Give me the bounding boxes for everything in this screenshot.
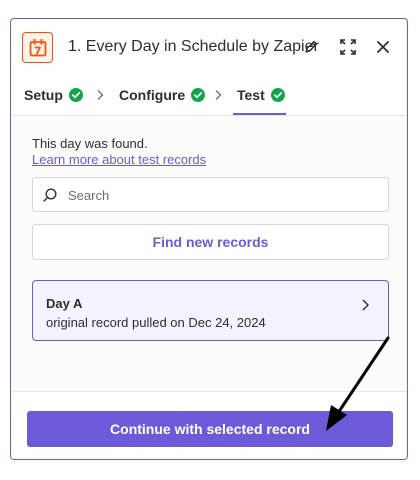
- calendar-schedule-icon: [22, 32, 53, 63]
- check-circle-icon: [191, 88, 206, 102]
- check-circle-icon: [68, 88, 83, 102]
- found-message: This day was found.: [32, 136, 148, 151]
- tab-test-label: Test: [237, 87, 265, 103]
- close-icon[interactable]: [374, 38, 392, 56]
- search-input[interactable]: [66, 178, 380, 213]
- tab-setup-label: Setup: [24, 87, 63, 103]
- tab-configure[interactable]: Configure: [119, 87, 206, 103]
- check-circle-icon: [270, 88, 285, 102]
- pencil-icon[interactable]: [303, 39, 319, 55]
- tab-setup[interactable]: Setup: [24, 87, 83, 103]
- tab-test[interactable]: Test: [237, 87, 285, 103]
- find-new-records-button[interactable]: Find new records: [32, 224, 389, 260]
- record-subtitle: original record pulled on Dec 24, 2024: [46, 315, 266, 330]
- chevron-right-icon: [362, 299, 369, 311]
- active-tab-indicator: [233, 113, 286, 115]
- record-item-selected[interactable]: Day A original record pulled on Dec 24, …: [32, 280, 389, 341]
- expand-icon[interactable]: [338, 37, 358, 57]
- panel-header: 1. Every Day in Schedule by Zapier: [11, 19, 407, 75]
- search-field[interactable]: [32, 177, 389, 213]
- step-tabs: Setup Configure Test: [11, 75, 407, 116]
- learn-more-link[interactable]: Learn more about test records: [32, 152, 206, 167]
- chevron-right-icon: [97, 90, 104, 100]
- record-title: Day A: [46, 296, 83, 311]
- chevron-right-icon: [215, 90, 222, 100]
- search-icon: [43, 188, 57, 202]
- annotation-arrow-icon: [326, 336, 390, 431]
- step-title: 1. Every Day in Schedule by Zapier: [68, 38, 319, 55]
- tab-configure-label: Configure: [119, 87, 186, 103]
